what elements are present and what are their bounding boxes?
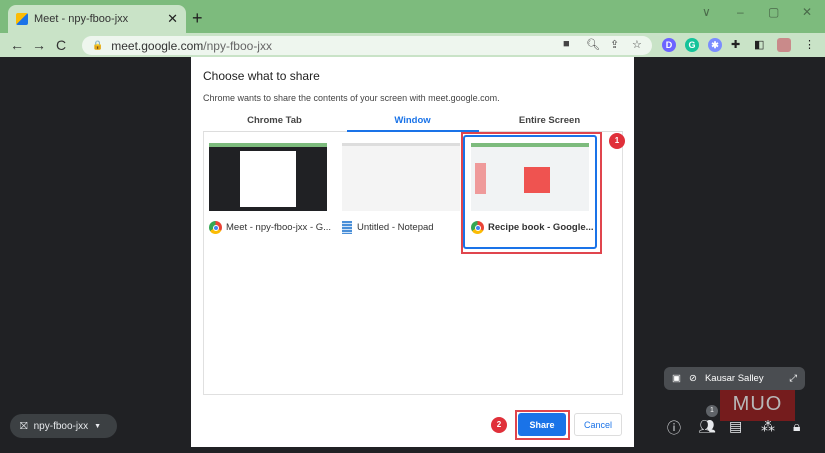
tab-chrome-tab[interactable]: Chrome Tab <box>203 115 346 126</box>
url-path: /npy-fboo-jxx <box>203 38 272 53</box>
lock-icon: 🔒 <box>92 40 104 50</box>
chat-icon[interactable]: ▤ <box>729 418 742 435</box>
annotation-badge-1: 1 <box>609 133 625 149</box>
dialog-title: Choose what to share <box>203 69 320 83</box>
annotation-box-1 <box>461 132 602 254</box>
dialog-subtitle: Chrome wants to share the contents of yo… <box>203 93 500 103</box>
notepad-icon <box>342 221 352 234</box>
tab-window[interactable]: Window <box>341 115 484 126</box>
back-icon[interactable]: ← <box>6 37 28 53</box>
share-dialog: Choose what to share Chrome wants to sha… <box>191 57 634 447</box>
caret-down-icon: ▼ <box>94 422 102 430</box>
zoom-icon[interactable]: 🔍︎ <box>586 38 600 51</box>
activities-icon[interactable]: ⁂ <box>761 418 775 435</box>
profile-avatar[interactable] <box>777 38 791 52</box>
window-thumbnail <box>342 143 460 211</box>
window-item-notepad[interactable]: Untitled - Notepad <box>338 137 462 247</box>
side-panel-icon[interactable]: ◧ <box>754 38 764 51</box>
participant-count-badge: 1 <box>706 405 718 417</box>
close-window-icon[interactable]: ✕ <box>802 5 812 19</box>
no-present-icon: ⛝ <box>20 420 28 432</box>
cancel-button[interactable]: Cancel <box>574 413 622 436</box>
tab-search-icon[interactable]: ∨ <box>702 5 711 19</box>
bookmark-star-icon[interactable]: ☆ <box>632 38 642 51</box>
close-tab-icon[interactable]: ✕ <box>167 11 178 27</box>
extension-gear-icon[interactable]: ✱ <box>708 38 722 52</box>
meet-favicon-icon <box>16 13 28 25</box>
tab-entire-screen[interactable]: Entire Screen <box>478 115 621 126</box>
meeting-code-chip[interactable]: ⛝ npy-fboo-jxx ▼ <box>10 414 117 438</box>
window-thumbnail <box>209 143 327 211</box>
people-icon[interactable]: 👥︎ <box>698 418 716 435</box>
expand-icon[interactable]: ⤢ <box>789 373 797 384</box>
url-host: meet.google.com <box>111 38 204 53</box>
share-page-icon[interactable]: ⇪ <box>610 38 619 51</box>
browser-tab[interactable]: Meet - npy-fboo-jxx ✕ <box>8 5 186 33</box>
info-icon[interactable]: ⓘ <box>667 418 681 438</box>
minimize-icon[interactable]: – <box>737 5 744 19</box>
menu-icon[interactable]: ⋮ <box>804 38 815 51</box>
new-tab-button[interactable]: + <box>192 8 203 29</box>
forward-icon[interactable]: → <box>28 37 50 53</box>
watermark: MUO <box>720 387 795 421</box>
maximize-icon[interactable]: ▢ <box>768 5 779 19</box>
extension-grammarly-icon[interactable]: G <box>685 38 699 52</box>
window-item-meet[interactable]: Meet - npy-fboo-jxx - G... <box>205 137 332 247</box>
extensions-puzzle-icon[interactable]: ✚ <box>731 38 740 51</box>
window-label: Untitled - Notepad <box>357 222 434 233</box>
host-controls-icon[interactable]: 🔒︎ <box>793 418 800 435</box>
camera-off-icon: ⊘ <box>688 373 697 384</box>
window-label: Meet - npy-fboo-jxx - G... <box>226 222 332 233</box>
presenting-icon: ▣ <box>672 373 681 384</box>
participant-name: Kausar Salley <box>704 373 764 384</box>
camera-icon[interactable]: ■ <box>563 38 570 50</box>
meeting-code: npy-fboo-jxx <box>33 420 89 432</box>
extension-d-icon[interactable]: D <box>662 38 676 52</box>
chrome-icon <box>209 221 222 234</box>
reload-icon[interactable]: C <box>50 37 72 53</box>
annotation-badge-2: 2 <box>491 417 507 433</box>
tab-title: Meet - npy-fboo-jxx <box>34 13 129 25</box>
annotation-box-2 <box>515 410 570 440</box>
self-view-tile[interactable]: ▣ ⊘ Kausar Salley ⤢ <box>664 367 805 390</box>
